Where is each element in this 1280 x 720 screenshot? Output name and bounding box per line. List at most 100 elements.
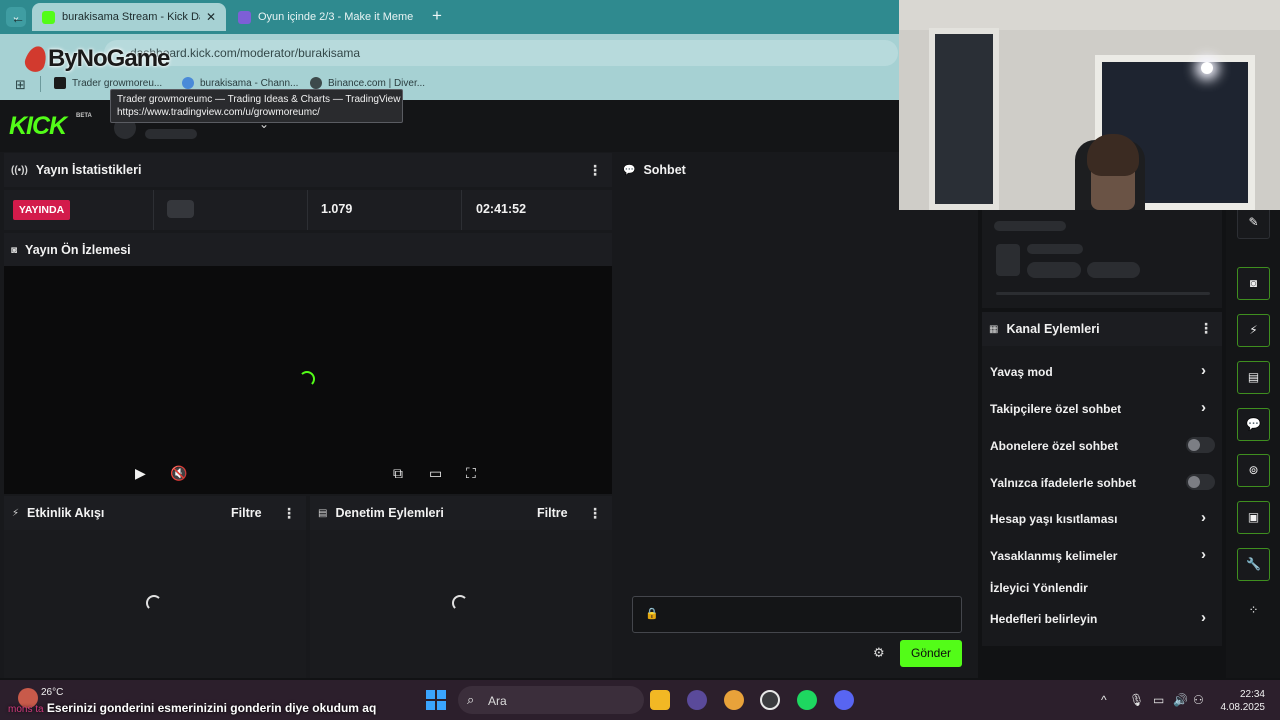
search-icon: ⌕ xyxy=(467,692,475,707)
action-host-viewers[interactable]: İzleyici Yönlendir xyxy=(990,581,1088,595)
ticker-prefix: mons ta xyxy=(8,704,44,715)
mute-icon[interactable]: 🔇 xyxy=(170,465,187,482)
bookmark-label: Trader growmoreu... xyxy=(72,77,163,89)
theater-mode-icon[interactable]: ▭ xyxy=(429,465,442,482)
info-skeleton xyxy=(996,244,1020,276)
kick-favicon-icon xyxy=(42,10,55,24)
tab-make-it-meme[interactable]: Oyun içinde 2/3 - Make it Meme xyxy=(228,3,424,31)
back-arrow-icon[interactable]: ← xyxy=(11,10,25,26)
bookmarks-divider xyxy=(40,76,41,92)
discord-icon[interactable] xyxy=(834,690,854,710)
chat-bubble-toggle-icon[interactable]: 💬 xyxy=(1237,408,1270,441)
bookmark-tooltip: Trader growmoreumc — Trading Ideas & Cha… xyxy=(110,89,403,123)
chevron-right-icon[interactable]: › xyxy=(1201,509,1206,526)
flame-logo-icon xyxy=(22,43,50,75)
tab-kick-dashboard[interactable]: burakisama Stream - Kick Dashboard ✕ xyxy=(32,3,226,31)
channel-actions-title: Kanal Eylemleri xyxy=(1006,322,1100,336)
chat-settings-gear-icon[interactable]: ⚙ xyxy=(873,645,885,661)
show-hidden-icons-chevron-icon[interactable]: ^ xyxy=(1101,693,1107,707)
loading-spinner-icon xyxy=(146,595,162,611)
word-app-icon[interactable] xyxy=(687,690,707,710)
info-skeleton xyxy=(1027,262,1081,278)
loading-spinner-icon xyxy=(299,371,315,387)
action-account-age[interactable]: Hesap yaşı kısıtlaması xyxy=(990,512,1117,526)
file-explorer-icon[interactable] xyxy=(650,690,670,710)
activity-more-icon[interactable]: ⋮ xyxy=(282,505,296,522)
clock-date: 4.08.2025 xyxy=(1220,702,1266,713)
activity-filter-button[interactable]: Filtre xyxy=(231,496,262,530)
obs-icon[interactable] xyxy=(760,690,780,710)
microphone-icon[interactable]: 🎙 xyxy=(1129,693,1144,707)
stats-divider xyxy=(153,190,154,230)
battery-icon[interactable]: ⚇ xyxy=(1193,693,1204,707)
wrench-icon[interactable]: 🔧 xyxy=(1237,548,1270,581)
chat-ticker: mons ta Eserinizi gonderini esmerinizini… xyxy=(8,701,376,715)
moderation-filter-button[interactable]: Filtre xyxy=(537,496,568,530)
edit-pencil-icon[interactable]: ✎ xyxy=(1237,206,1270,239)
tradingview-icon xyxy=(54,77,66,89)
action-subscribers-only[interactable]: Abonelere özel sohbet xyxy=(990,439,1118,453)
video-camera-icon[interactable]: ▣ xyxy=(1237,501,1270,534)
play-icon[interactable]: ▶ xyxy=(135,465,146,482)
clock-time: 22:34 xyxy=(1239,689,1265,700)
emotes-only-toggle[interactable] xyxy=(1186,474,1215,490)
stream-preview-header: ◙ Yayın Ön İzlemesi xyxy=(4,233,612,267)
action-followers-only[interactable]: Takipçilere özel sohbet xyxy=(990,402,1121,416)
kick-logo[interactable]: KICK xyxy=(9,112,67,141)
stream-duration: 02:41:52 xyxy=(476,202,527,216)
chat-message-input[interactable] xyxy=(632,596,962,633)
chevron-right-icon[interactable]: › xyxy=(1201,362,1206,379)
subscribers-only-toggle[interactable] xyxy=(1186,437,1215,453)
moderation-document-icon[interactable]: ▤ xyxy=(1237,361,1270,394)
tooltip-url: https://www.tradingview.com/u/growmoreum… xyxy=(117,107,320,118)
google-icon xyxy=(182,77,194,89)
send-button[interactable]: Gönder xyxy=(900,640,962,667)
taskbar-search[interactable] xyxy=(458,686,644,714)
broadcast-icon: ((•)) xyxy=(11,164,28,176)
fullscreen-icon[interactable]: ⛶ xyxy=(466,465,476,482)
search-placeholder[interactable]: Ara xyxy=(488,694,507,708)
chrome-icon[interactable] xyxy=(724,690,744,710)
bookmark-binance[interactable]: Binance.com | Diver... xyxy=(310,77,425,89)
tab-title: Oyun içinde 2/3 - Make it Meme xyxy=(258,11,414,23)
bookmark-burakisama[interactable]: burakisama - Chann... xyxy=(182,77,298,89)
stats-divider xyxy=(307,190,308,230)
picture-in-picture-icon[interactable]: ⧉ xyxy=(393,465,403,482)
temperature[interactable]: 26°C xyxy=(41,687,63,698)
more-widgets-icon[interactable]: ⁘ xyxy=(1237,595,1270,628)
action-slow-mode[interactable]: Yavaş mod xyxy=(990,365,1053,379)
new-tab-plus-icon[interactable]: + xyxy=(432,6,442,26)
document-icon: ▤ xyxy=(318,507,328,519)
chat-title: Sohbet xyxy=(643,163,686,177)
bookmark-tradingview[interactable]: Trader growmoreu... xyxy=(54,77,162,89)
channel-actions-icon: ▦ xyxy=(989,323,999,335)
action-emotes-only[interactable]: Yalnızca ifadelerle sohbet xyxy=(990,476,1136,490)
taskbar-clock[interactable]: 22:34 4.08.2025 xyxy=(1215,688,1266,714)
loading-spinner-icon xyxy=(452,595,468,611)
windows-start-icon[interactable] xyxy=(426,690,446,710)
spotify-icon[interactable] xyxy=(797,690,817,710)
chevron-right-icon[interactable]: › xyxy=(1201,399,1206,416)
info-skeleton xyxy=(994,221,1066,231)
action-banned-words[interactable]: Yasaklanmış kelimeler xyxy=(990,549,1117,563)
broadcast-toggle-icon[interactable]: ⊚ xyxy=(1237,454,1270,487)
network-icon[interactable]: ▭ xyxy=(1153,693,1164,707)
info-skeleton xyxy=(996,292,1210,295)
tab-title: burakisama Stream - Kick Dashboard xyxy=(62,11,200,23)
action-set-goals[interactable]: Hedefleri belirleyin xyxy=(990,612,1097,626)
activity-lightning-icon[interactable]: ⚡ xyxy=(1237,314,1270,347)
stats-more-icon[interactable]: ⋮ xyxy=(588,162,602,179)
beta-label: BETA xyxy=(76,113,92,119)
apps-grid-icon[interactable]: ⊞ xyxy=(15,78,29,92)
chevron-right-icon[interactable]: › xyxy=(1201,609,1206,626)
volume-icon[interactable]: 🔊 xyxy=(1173,693,1188,707)
bynogame-watermark: ByNoGame xyxy=(22,43,170,75)
chevron-right-icon[interactable]: › xyxy=(1201,546,1206,563)
channel-actions-more-icon[interactable]: ⋮ xyxy=(1199,320,1213,337)
close-tab-icon[interactable]: ✕ xyxy=(206,10,216,24)
moderation-more-icon[interactable]: ⋮ xyxy=(588,505,602,522)
info-skeleton xyxy=(1087,262,1140,278)
stream-preview-toggle-icon[interactable]: ◙ xyxy=(1237,267,1270,300)
ticker-text: Eserinizi gonderini esmerinizini gonderi… xyxy=(46,701,377,715)
webcam-overlay xyxy=(899,0,1280,210)
